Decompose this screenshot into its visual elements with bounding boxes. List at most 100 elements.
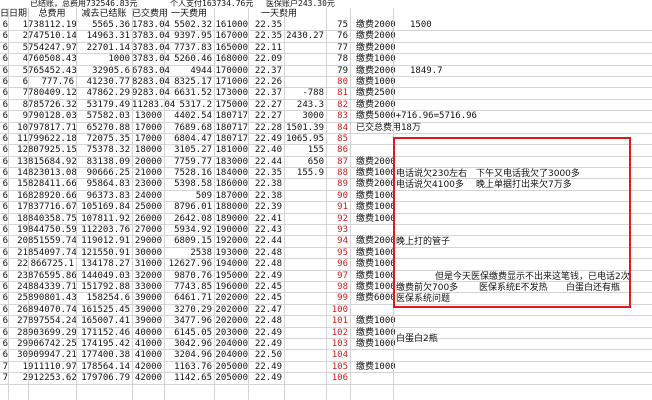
cell-total[interactable]: 815684.92 <box>28 157 77 168</box>
cell-date[interactable]: 5 <box>8 43 28 54</box>
cell-paid[interactable]: 42000 <box>132 373 162 384</box>
cell-minus-settled[interactable]: 119012.91 <box>76 236 130 247</box>
cell-total[interactable]: 790128.03 <box>28 111 77 122</box>
cell-date[interactable]: 4 <box>8 54 28 65</box>
cell-month[interactable]: 6 <box>0 293 8 304</box>
cell-cumulative[interactable]: 186000 <box>214 179 248 190</box>
cell-total[interactable]: 866725.1 <box>28 259 74 270</box>
cell-paid[interactable]: 17000 <box>132 123 162 134</box>
cell-daily-cost[interactable]: 6631.52 <box>164 88 212 99</box>
cell-cumulative[interactable]: 189000 <box>214 214 248 225</box>
cell-date[interactable]: 16 <box>8 191 28 202</box>
cell-day-no[interactable]: 88 <box>326 168 348 179</box>
cell-total[interactable]: 909947.21 <box>28 350 77 361</box>
cell-daily-cost[interactable]: 7689.68 <box>164 123 212 134</box>
cell-paid[interactable]: 27000 <box>132 225 162 236</box>
cell-month[interactable]: 6 <box>0 54 8 65</box>
cell-total[interactable]: 911110.97 <box>28 362 77 373</box>
cell-rate[interactable]: 22.49 <box>250 373 282 384</box>
cell-paid[interactable]: 1783.04 <box>132 20 170 31</box>
cell-month[interactable]: 6 <box>0 88 8 99</box>
cell-daily-cost[interactable]: 3270.29 <box>164 305 212 316</box>
cell-date[interactable]: 5 <box>8 66 28 77</box>
cell-minus-settled[interactable]: 178564.14 <box>76 362 130 373</box>
cell-daily-cost[interactable]: 12627.96 <box>164 259 212 270</box>
cell-total[interactable]: 837716.67 <box>28 202 77 213</box>
cell-day-no[interactable]: 83 <box>326 111 348 122</box>
cell-day-no[interactable]: 90 <box>326 191 348 202</box>
cell-date[interactable]: 28 <box>8 328 28 339</box>
cell-cumulative[interactable]: 205000 <box>214 373 248 384</box>
cell-paid[interactable]: 17000 <box>132 134 162 145</box>
cell-paid[interactable]: 39000 <box>132 293 162 304</box>
cell-payment-note[interactable]: 缴费2000 <box>356 100 396 111</box>
cell-payment-note[interactable]: 缴费2000 <box>356 66 396 77</box>
cell-rate[interactable]: 22.40 <box>250 145 282 156</box>
cell-payment-note[interactable]: 缴费2500 <box>356 88 396 99</box>
cell-day-no[interactable]: 103 <box>326 339 348 350</box>
cell-cumulative[interactable]: 184000 <box>214 168 248 179</box>
cell-month[interactable]: 6 <box>0 179 8 190</box>
cell-date[interactable]: 8 <box>8 100 28 111</box>
cell-minus-settled[interactable]: 134178.27 <box>76 259 130 270</box>
cell-paid[interactable]: 8283.04 <box>132 77 170 88</box>
cell-cumulative[interactable]: 202000 <box>214 293 248 304</box>
cell-cumulative[interactable]: 173000 <box>214 88 248 99</box>
cell-payment-note[interactable]: 缴费1000 <box>356 282 396 293</box>
cell-adjustment[interactable] <box>286 316 324 327</box>
cell-day-no[interactable]: 101 <box>326 316 348 327</box>
cell-total[interactable]: 897554.24 <box>28 316 77 327</box>
cell-day-no[interactable]: 97 <box>326 271 348 282</box>
cell-cumulative[interactable]: 170000 <box>214 66 248 77</box>
cell-month[interactable]: 6 <box>0 214 8 225</box>
cell-payment-note[interactable]: 缴费1000 <box>356 259 396 270</box>
cell-rate[interactable]: 22.49 <box>250 339 282 350</box>
cell-adjustment[interactable] <box>286 350 324 361</box>
cell-total[interactable]: 906742.25 <box>28 339 77 350</box>
cell-cumulative[interactable]: 175000 <box>214 100 248 111</box>
cell-rate[interactable]: 22.49 <box>250 362 282 373</box>
cell-rate[interactable]: 22.37 <box>250 66 282 77</box>
cell-minus-settled[interactable]: 47862.29 <box>76 88 130 99</box>
cell-daily-cost[interactable]: 5260.46 <box>164 54 212 65</box>
cell-daily-cost[interactable]: 6461.71 <box>164 293 212 304</box>
cell-cumulative[interactable]: 181000 <box>214 145 248 156</box>
cell-paid[interactable]: 23000 <box>132 179 162 190</box>
cell-day-no[interactable]: 98 <box>326 282 348 293</box>
cell-day-no[interactable]: 85 <box>326 134 348 145</box>
cell-rate[interactable]: 22.35 <box>250 20 282 31</box>
cell-adjustment[interactable] <box>286 248 324 259</box>
cell-minus-settled[interactable]: 32905.6 <box>76 66 130 77</box>
cell-day-no[interactable]: 93 <box>326 225 348 236</box>
cell-payment-note[interactable]: 缴费5000+716.96=5716.96 <box>356 111 477 122</box>
cell-payment-note[interactable]: 缴费1000 <box>356 248 396 259</box>
cell-minus-settled[interactable]: 105169.84 <box>76 202 130 213</box>
cell-cumulative[interactable]: 195000 <box>214 271 248 282</box>
cell-month[interactable]: 6 <box>0 191 8 202</box>
cell-date[interactable]: 22 <box>8 259 28 270</box>
cell-adjustment[interactable] <box>286 20 324 31</box>
cell-adjustment[interactable] <box>286 191 324 202</box>
cell-date[interactable]: 24 <box>8 282 28 293</box>
cell-day-no[interactable]: 95 <box>326 248 348 259</box>
cell-date[interactable]: 17 <box>8 202 28 213</box>
cell-minus-settled[interactable]: 174195.42 <box>76 339 130 350</box>
cell-month[interactable]: 6 <box>0 339 8 350</box>
cell-paid[interactable]: 30000 <box>132 248 162 259</box>
cell-rate[interactable]: 22.47 <box>250 305 282 316</box>
cell-daily-cost[interactable]: 3477.96 <box>164 316 212 327</box>
cell-paid[interactable]: 41000 <box>132 339 162 350</box>
cell-total[interactable]: 854097.74 <box>28 248 77 259</box>
cell-total[interactable]: 903699.29 <box>28 328 77 339</box>
cell-cumulative[interactable]: 180717 <box>214 123 248 134</box>
cell-date[interactable]: 20 <box>8 236 28 247</box>
cell-paid[interactable]: 3783.04 <box>132 31 170 42</box>
cell-date[interactable]: 18 <box>8 214 28 225</box>
cell-paid[interactable]: 11283.04 <box>132 100 175 111</box>
cell-payment-note[interactable]: 缴费1000 <box>356 214 396 225</box>
cell-total[interactable]: 894070.74 <box>28 305 77 316</box>
cell-day-no[interactable]: 91 <box>326 202 348 213</box>
cell-month[interactable]: 6 <box>0 316 8 327</box>
cell-date[interactable]: 29 <box>8 339 28 350</box>
cell-rate[interactable]: 22.35 <box>250 31 282 42</box>
